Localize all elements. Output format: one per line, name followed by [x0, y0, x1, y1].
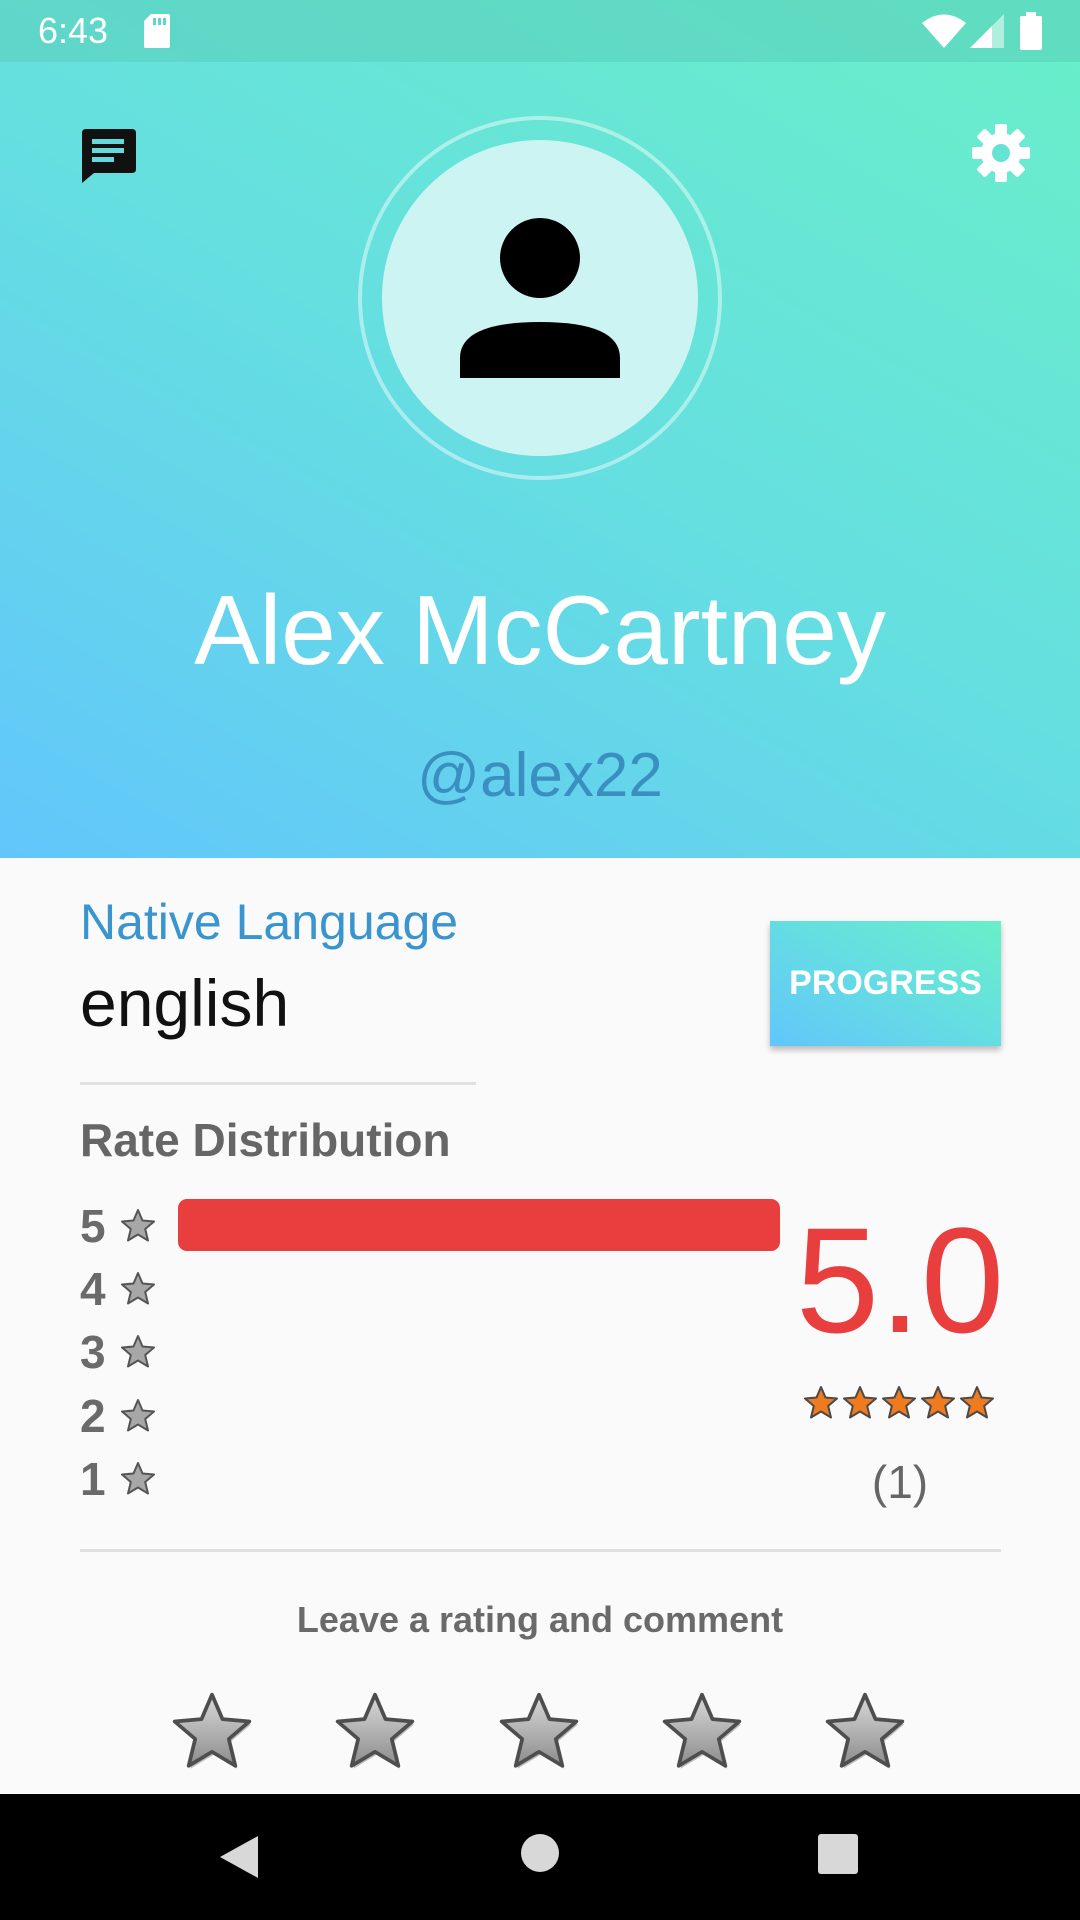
native-language-label: Native Language — [80, 894, 459, 950]
chat-button[interactable] — [78, 125, 138, 185]
wifi-icon — [922, 14, 966, 53]
back-icon[interactable] — [218, 1834, 260, 1885]
chat-icon — [78, 129, 138, 189]
avatar[interactable] — [382, 140, 698, 456]
divider — [80, 1082, 476, 1085]
profile-header: 6:43 Alex McCartney @alex22 — [0, 0, 1080, 858]
rate-distribution-title: Rate Distribution — [80, 1114, 451, 1166]
rate-bar-5-track — [178, 1199, 780, 1251]
cell-signal-icon — [970, 14, 1004, 53]
filled-star-icon — [882, 1386, 916, 1419]
settings-button[interactable] — [970, 122, 1032, 184]
battery-icon — [1020, 12, 1042, 55]
filled-star-icon — [960, 1386, 994, 1419]
star-icon — [120, 1461, 156, 1502]
native-language-value: english — [80, 966, 290, 1040]
star-icon — [120, 1208, 156, 1249]
rate-row-label: 2 — [80, 1390, 106, 1442]
filled-star-icon — [804, 1386, 838, 1419]
star-icon — [120, 1398, 156, 1439]
rate-bar-5 — [178, 1199, 780, 1251]
rate-row-label: 1 — [80, 1453, 106, 1505]
status-bar: 6:43 — [0, 0, 1080, 62]
filled-star-icon — [843, 1386, 877, 1419]
filled-star-icon — [921, 1386, 955, 1419]
user-name: Alex McCartney — [194, 575, 886, 685]
rate-row-label: 3 — [80, 1326, 106, 1378]
star-icon — [662, 1692, 742, 1769]
star-icon — [120, 1271, 156, 1312]
leave-rating-prompt: Leave a rating and comment — [296, 1599, 784, 1640]
recents-icon[interactable] — [818, 1834, 858, 1879]
rating-star-3[interactable] — [497, 1690, 581, 1774]
navigation-bar — [0, 1794, 1080, 1920]
progress-button[interactable]: PROGRESS — [770, 921, 1001, 1046]
rate-row-label: 5 — [80, 1200, 106, 1252]
rating-star-2[interactable] — [333, 1690, 417, 1774]
divider — [80, 1549, 1001, 1552]
sd-card-icon — [144, 14, 170, 53]
star-icon — [172, 1692, 252, 1769]
rating-star-5[interactable] — [823, 1690, 907, 1774]
star-icon — [120, 1334, 156, 1375]
status-time: 6:43 — [38, 10, 109, 51]
user-handle: @alex22 — [417, 741, 663, 810]
rate-row-label: 4 — [80, 1263, 106, 1315]
gear-icon — [970, 124, 1032, 188]
star-icon — [499, 1692, 579, 1769]
average-stars — [803, 1385, 999, 1425]
rating-star-4[interactable] — [660, 1690, 744, 1774]
rating-count: (1) — [871, 1456, 929, 1508]
star-icon — [825, 1692, 905, 1769]
star-icon — [335, 1692, 415, 1769]
rating-star-1[interactable] — [170, 1690, 254, 1774]
average-score: 5.0 — [795, 1196, 1005, 1364]
home-icon[interactable] — [520, 1833, 560, 1878]
